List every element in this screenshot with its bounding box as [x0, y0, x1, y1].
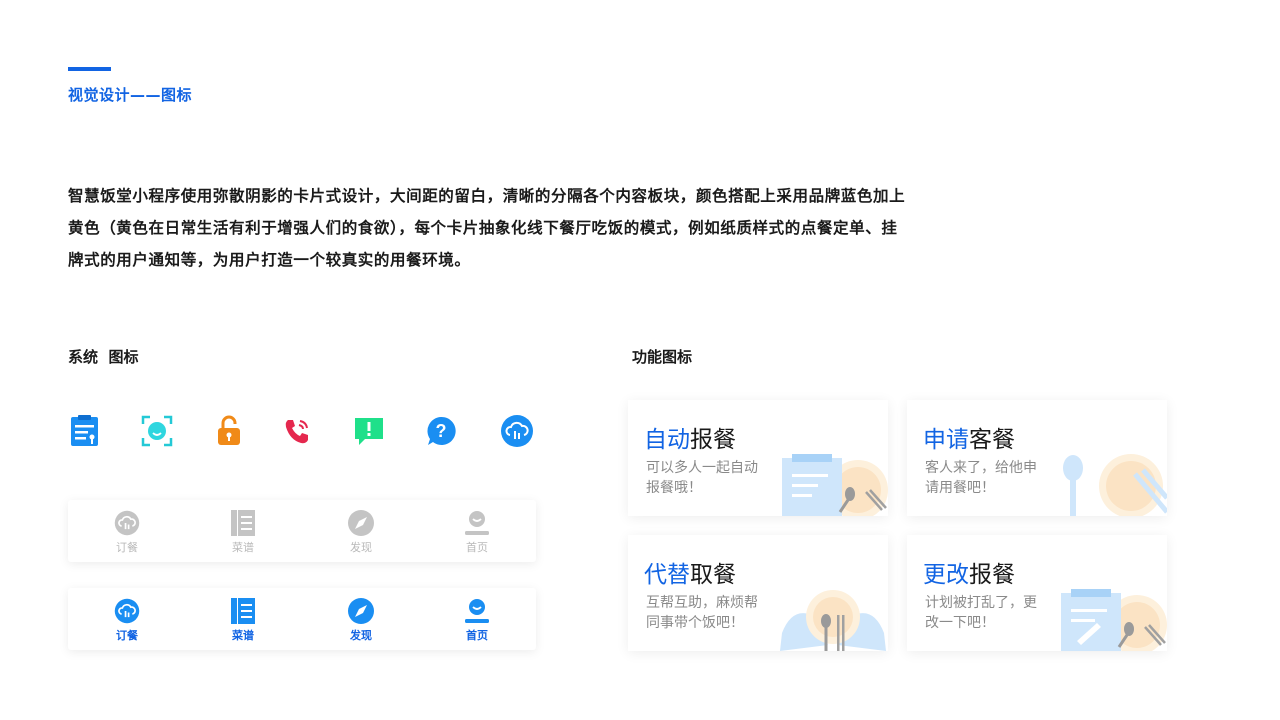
unlock-icon	[212, 414, 246, 448]
intro-line: 黄色（黄色在日常生活有利于增强人们的食欲），每个卡片抽象化线下餐厅吃饭的模式，例…	[68, 219, 898, 237]
tab-label: 发现	[350, 629, 372, 642]
tab-label: 发现	[350, 541, 372, 554]
edit-sheet-icon	[1061, 589, 1167, 651]
tab-menu[interactable]: 菜谱	[203, 510, 283, 555]
tab-order[interactable]: 订餐	[87, 598, 167, 643]
tab-home[interactable]: 首页	[437, 510, 517, 555]
card-desc: 客人来了，给他申 请用餐吧！	[925, 460, 1037, 496]
tab-home[interactable]: 首页	[437, 598, 517, 643]
menu-book-icon	[231, 598, 255, 624]
cloud-icon	[114, 598, 140, 624]
card-desc: 可以多人一起自动 报餐哦！	[646, 460, 758, 496]
system-icons-heading: 系统 图标	[68, 348, 139, 366]
card-title: 申请客餐	[923, 427, 1015, 453]
phone-icon	[280, 414, 314, 448]
help-icon: ?	[424, 414, 458, 448]
home-user-icon	[465, 511, 489, 535]
message-alert-icon	[352, 414, 386, 448]
intro-line: 牌式的用户通知等，为用户打造一个较真实的用餐环境。	[68, 251, 471, 269]
tab-label: 订餐	[116, 629, 138, 642]
tab-label: 首页	[466, 629, 488, 642]
tab-order[interactable]: 订餐	[87, 510, 167, 555]
tab-label: 菜谱	[232, 629, 254, 642]
system-icons-row: ?	[68, 414, 538, 450]
face-scan-icon	[140, 414, 174, 448]
order-sheet-icon	[782, 454, 888, 516]
card-desc: 计划被打乱了，更 改一下吧！	[925, 595, 1037, 631]
intro-line: 智慧饭堂小程序使用弥散阴影的卡片式设计，大间距的留白，清晰的分隔各个内容板块，颜…	[68, 187, 906, 205]
tab-label: 首页	[466, 541, 488, 554]
intro-paragraph: 智慧饭堂小程序使用弥散阴影的卡片式设计，大间距的留白，清晰的分隔各个内容板块，颜…	[68, 180, 928, 276]
tab-menu[interactable]: 菜谱	[203, 598, 283, 643]
accent-bar	[68, 67, 111, 71]
hands-plate-icon	[780, 590, 886, 651]
svg-text:?: ?	[436, 421, 447, 441]
tabbar-inactive: 订餐 菜谱 发现 首页	[68, 500, 536, 562]
tabbar-active: 订餐 菜谱 发现 首页	[68, 588, 536, 650]
card-title: 自动报餐	[644, 427, 736, 453]
compass-icon	[348, 598, 374, 624]
tab-label: 订餐	[116, 541, 138, 554]
cloud-icon	[114, 510, 140, 536]
card-title: 更改报餐	[923, 562, 1015, 588]
section-title: 视觉设计——图标	[68, 86, 193, 104]
tab-discover[interactable]: 发现	[321, 598, 401, 643]
tab-discover[interactable]: 发现	[321, 510, 401, 555]
clipboard-icon	[68, 414, 102, 448]
card-change-order[interactable]: 更改报餐 计划被打乱了，更 改一下吧！	[907, 535, 1167, 651]
menu-book-icon	[231, 510, 255, 536]
card-replace-pickup[interactable]: 代替取餐 互帮互助，麻烦帮 同事带个饭吧！	[628, 535, 888, 651]
compass-icon	[348, 510, 374, 536]
plate-spoon-icon	[1063, 454, 1167, 516]
card-desc: 互帮互助，麻烦帮 同事带个饭吧！	[646, 595, 758, 631]
tab-label: 菜谱	[232, 541, 254, 554]
function-icons-heading: 功能图标	[632, 348, 693, 366]
card-guest-meal[interactable]: 申请客餐 客人来了，给他申 请用餐吧！	[907, 400, 1167, 516]
card-title: 代替取餐	[644, 562, 736, 588]
home-user-icon	[465, 599, 489, 623]
card-auto-order[interactable]: 自动报餐 可以多人一起自动 报餐哦！	[628, 400, 888, 516]
cloud-icon	[500, 414, 534, 448]
